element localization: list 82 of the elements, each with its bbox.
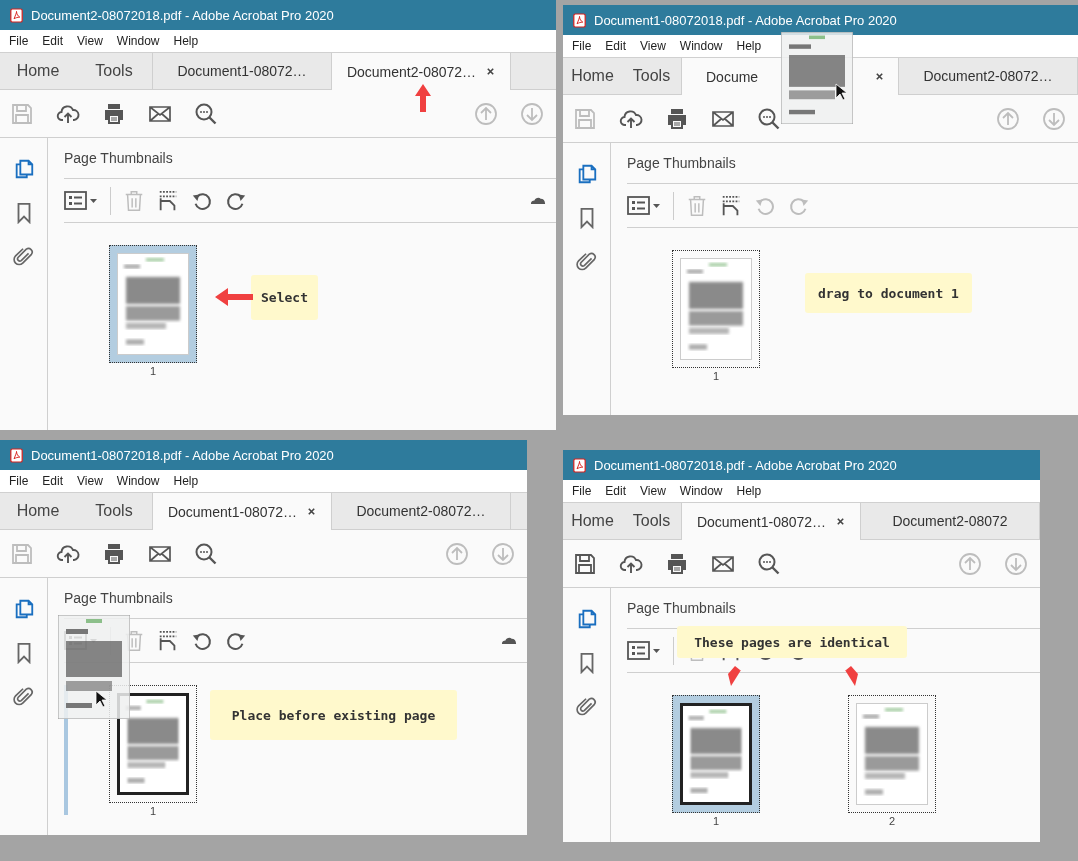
nav-tab[interactable]: Tools <box>622 58 681 94</box>
pdf-icon <box>573 12 586 28</box>
callout-tooltip: Select <box>251 275 318 320</box>
panel-menu-icon[interactable] <box>530 196 546 205</box>
callout-tooltip: drag to document 1 <box>805 273 972 313</box>
document-tab[interactable]: Document2-08072 <box>860 503 1039 539</box>
save-icon[interactable] <box>573 551 597 576</box>
pdf-icon <box>573 457 586 473</box>
options-icon[interactable] <box>627 639 661 662</box>
menu-item[interactable]: View <box>77 474 103 488</box>
pdf-icon <box>10 7 23 23</box>
window-title: Document1-08072018.pdf - Adobe Acrobat Pro 2020 <box>594 12 897 28</box>
page-number: 1 <box>149 365 157 377</box>
window-title: Document2-08072018.pdf - Adobe Acrobat Pro 2020 <box>31 7 334 23</box>
page-number: 2 <box>888 815 896 827</box>
search-icon[interactable] <box>757 551 781 576</box>
menu-item[interactable]: Window <box>116 474 160 488</box>
menu-item[interactable]: Help <box>173 34 199 48</box>
cursor-icon <box>835 83 847 101</box>
menu-item[interactable]: View <box>77 34 103 48</box>
page-thumbnail[interactable] <box>672 250 760 368</box>
document-tab[interactable]: Document1-08072… <box>152 493 331 530</box>
menu-item[interactable]: Edit <box>42 474 64 488</box>
document-tab[interactable]: Document2-08072… <box>331 493 510 529</box>
panel-title: Page Thumbnails <box>627 143 1078 184</box>
search-icon[interactable] <box>757 106 781 131</box>
printer-icon[interactable] <box>102 101 126 126</box>
menu-item[interactable]: File <box>9 474 29 488</box>
callout-tooltip: These pages are identical <box>677 626 907 658</box>
menu-item[interactable]: Help <box>173 474 199 488</box>
menu-item[interactable]: File <box>572 39 592 53</box>
menu-item[interactable]: View <box>640 484 666 498</box>
close-icon[interactable] <box>875 72 884 81</box>
page-thumbnail[interactable] <box>109 685 197 803</box>
document-tab[interactable]: Document2-08072… <box>331 53 510 90</box>
menu-item[interactable]: Help <box>736 39 762 53</box>
paperclip-icon[interactable] <box>12 246 35 268</box>
window-title: Document1-08072018.pdf - Adobe Acrobat Pro 2020 <box>594 457 897 473</box>
paperclip-icon[interactable] <box>12 686 35 708</box>
menu-item[interactable]: Edit <box>605 484 627 498</box>
page-thumbnail[interactable] <box>672 695 760 813</box>
close-icon[interactable] <box>307 507 317 516</box>
pdf-icon <box>10 447 23 463</box>
page-thumbnail[interactable] <box>109 245 197 363</box>
menu-item[interactable]: File <box>9 34 29 48</box>
window-title: Document1-08072018.pdf - Adobe Acrobat Pro 2020 <box>31 447 334 463</box>
menu-item[interactable]: Edit <box>605 39 627 53</box>
menu-item[interactable]: Edit <box>42 34 64 48</box>
menu-item[interactable]: Window <box>116 34 160 48</box>
nav-tab[interactable]: Home <box>563 58 622 94</box>
options-icon[interactable] <box>627 194 661 217</box>
document-tab[interactable]: Document1-08072… <box>681 503 860 540</box>
nav-tab[interactable]: Tools <box>622 503 681 539</box>
close-icon[interactable] <box>486 67 496 76</box>
menu-item[interactable]: Help <box>736 484 762 498</box>
nav-tab[interactable]: Home <box>0 493 76 529</box>
options-icon[interactable] <box>64 189 98 212</box>
printer-icon[interactable] <box>102 541 126 566</box>
menu-item[interactable]: File <box>572 484 592 498</box>
page-number: 1 <box>712 815 720 827</box>
page-number: 1 <box>149 805 157 817</box>
nav-tab[interactable]: Tools <box>76 493 152 529</box>
nav-tab[interactable]: Home <box>563 503 622 539</box>
cursor-icon <box>95 690 107 708</box>
nav-tab[interactable]: Home <box>0 53 76 89</box>
panel-menu-icon[interactable] <box>501 636 517 645</box>
paperclip-icon[interactable] <box>575 251 598 273</box>
menu-item[interactable]: Window <box>679 39 723 53</box>
page-thumbnail[interactable] <box>848 695 936 813</box>
nav-tab[interactable]: Tools <box>76 53 152 89</box>
paperclip-icon[interactable] <box>575 696 598 718</box>
panel-title: Page Thumbnails <box>64 138 556 179</box>
menu-item[interactable]: View <box>640 39 666 53</box>
callout-tooltip: Place before existing page <box>210 690 457 740</box>
search-icon[interactable] <box>194 101 218 126</box>
page-number: 1 <box>712 370 720 382</box>
document-tab[interactable]: Document2-08072… <box>898 58 1077 94</box>
printer-icon[interactable] <box>665 106 689 131</box>
close-icon[interactable] <box>836 517 846 526</box>
menu-item[interactable]: Window <box>679 484 723 498</box>
search-icon[interactable] <box>194 541 218 566</box>
printer-icon[interactable] <box>665 551 689 576</box>
